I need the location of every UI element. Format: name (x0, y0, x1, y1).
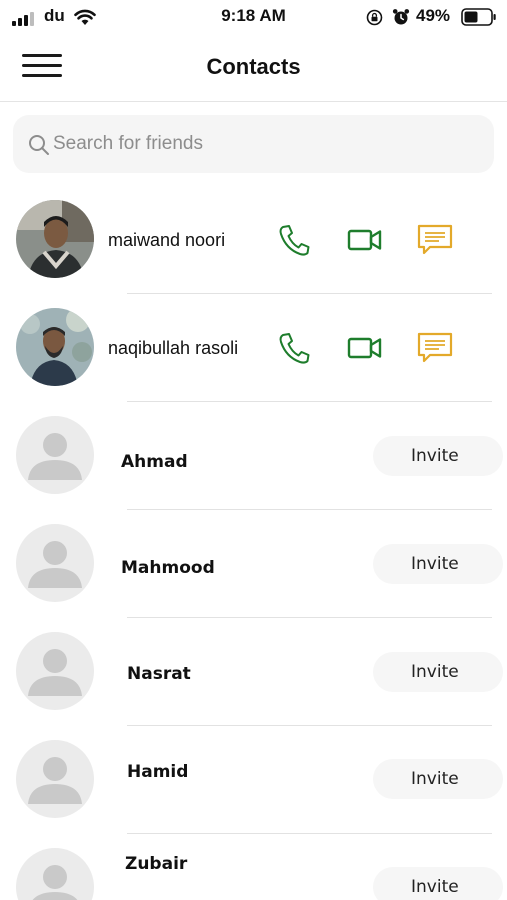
avatar-placeholder[interactable] (16, 740, 94, 818)
search-icon (29, 135, 49, 155)
orientation-lock-icon (366, 9, 383, 26)
default-person-icon (16, 632, 94, 710)
invite-button[interactable]: Invite (373, 867, 503, 900)
chat-bubble-icon (417, 332, 453, 363)
video-camera-icon (347, 229, 382, 251)
contact-name: Hamid (127, 762, 189, 782)
app-header: Contacts (0, 36, 507, 102)
profile-photo (16, 200, 94, 278)
invite-button[interactable]: Invite (373, 544, 503, 584)
avatar-placeholder[interactable] (16, 524, 94, 602)
search-bar (13, 115, 494, 173)
page-title: Contacts (206, 54, 301, 79)
avatar[interactable] (16, 200, 94, 278)
default-person-icon (16, 848, 94, 900)
battery-percentage: 49% (416, 6, 451, 25)
invite-button[interactable]: Invite (373, 759, 503, 799)
contact-name: Mahmood (121, 558, 215, 578)
profile-photo (16, 308, 94, 386)
search-input[interactable] (53, 125, 473, 163)
avatar[interactable] (16, 308, 94, 386)
battery-icon (461, 8, 496, 26)
contact-row: Zubair Invite (0, 834, 507, 900)
phone-icon (279, 225, 310, 256)
contact-row: Nasrat Invite (0, 618, 507, 726)
contact-name: Nasrat (127, 664, 191, 684)
contact-name: Ahmad (121, 452, 188, 472)
avatar-placeholder[interactable] (16, 632, 94, 710)
status-bar: du 9:18 AM 49% (0, 0, 507, 36)
video-call-button[interactable] (345, 220, 385, 260)
contact-row: Ahmad Invite (0, 402, 507, 510)
invite-button[interactable]: Invite (373, 652, 503, 692)
default-person-icon (16, 740, 94, 818)
message-button[interactable] (415, 328, 455, 368)
video-call-button[interactable] (345, 328, 385, 368)
message-button[interactable] (415, 220, 455, 260)
contact-row: Hamid Invite (0, 726, 507, 834)
phone-icon (279, 333, 310, 364)
contact-name: maiwand noori (108, 230, 226, 250)
chat-bubble-icon (417, 224, 453, 255)
default-person-icon (16, 416, 94, 494)
avatar-placeholder[interactable] (16, 416, 94, 494)
video-camera-icon (347, 337, 382, 359)
alarm-clock-icon (392, 9, 410, 25)
call-button[interactable] (274, 220, 314, 260)
avatar-placeholder[interactable] (16, 848, 94, 900)
default-person-icon (16, 524, 94, 602)
contact-name: naqibullah rasoli (108, 338, 239, 358)
contact-row: naqibullah rasoli (0, 294, 507, 402)
call-button[interactable] (274, 328, 314, 368)
contact-row: maiwand noori (0, 186, 507, 294)
contact-row: Mahmood Invite (0, 510, 507, 618)
contact-name: Zubair (125, 854, 188, 874)
invite-button[interactable]: Invite (373, 436, 503, 476)
